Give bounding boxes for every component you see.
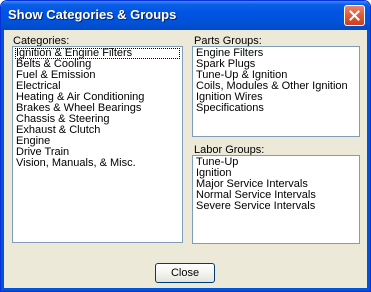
categories-listbox[interactable]: Ignition & Engine Filters Belts & Coolin… [12,46,183,243]
close-button[interactable]: Close [155,263,215,283]
window-frame-left [1,30,4,291]
labor-groups-listbox[interactable]: Tune-Up Ignition Major Service Intervals… [192,155,360,244]
window-frame-bottom [1,288,370,291]
labor-group-item[interactable]: Severe Service Intervals [195,201,357,212]
title-bar[interactable]: Show Categories & Groups [1,1,370,30]
parts-groups-listbox[interactable]: Engine Filters Spark Plugs Tune-Up & Ign… [192,46,360,137]
category-item[interactable]: Vision, Manuals, & Misc. [15,158,180,169]
window-title: Show Categories & Groups [8,7,177,22]
close-x-icon [349,10,360,21]
window-frame-right [367,30,370,291]
dialog-window: Show Categories & Groups Categories: Ign… [0,0,371,292]
window-close-button[interactable] [344,5,365,26]
parts-group-item[interactable]: Specifications [195,103,357,114]
